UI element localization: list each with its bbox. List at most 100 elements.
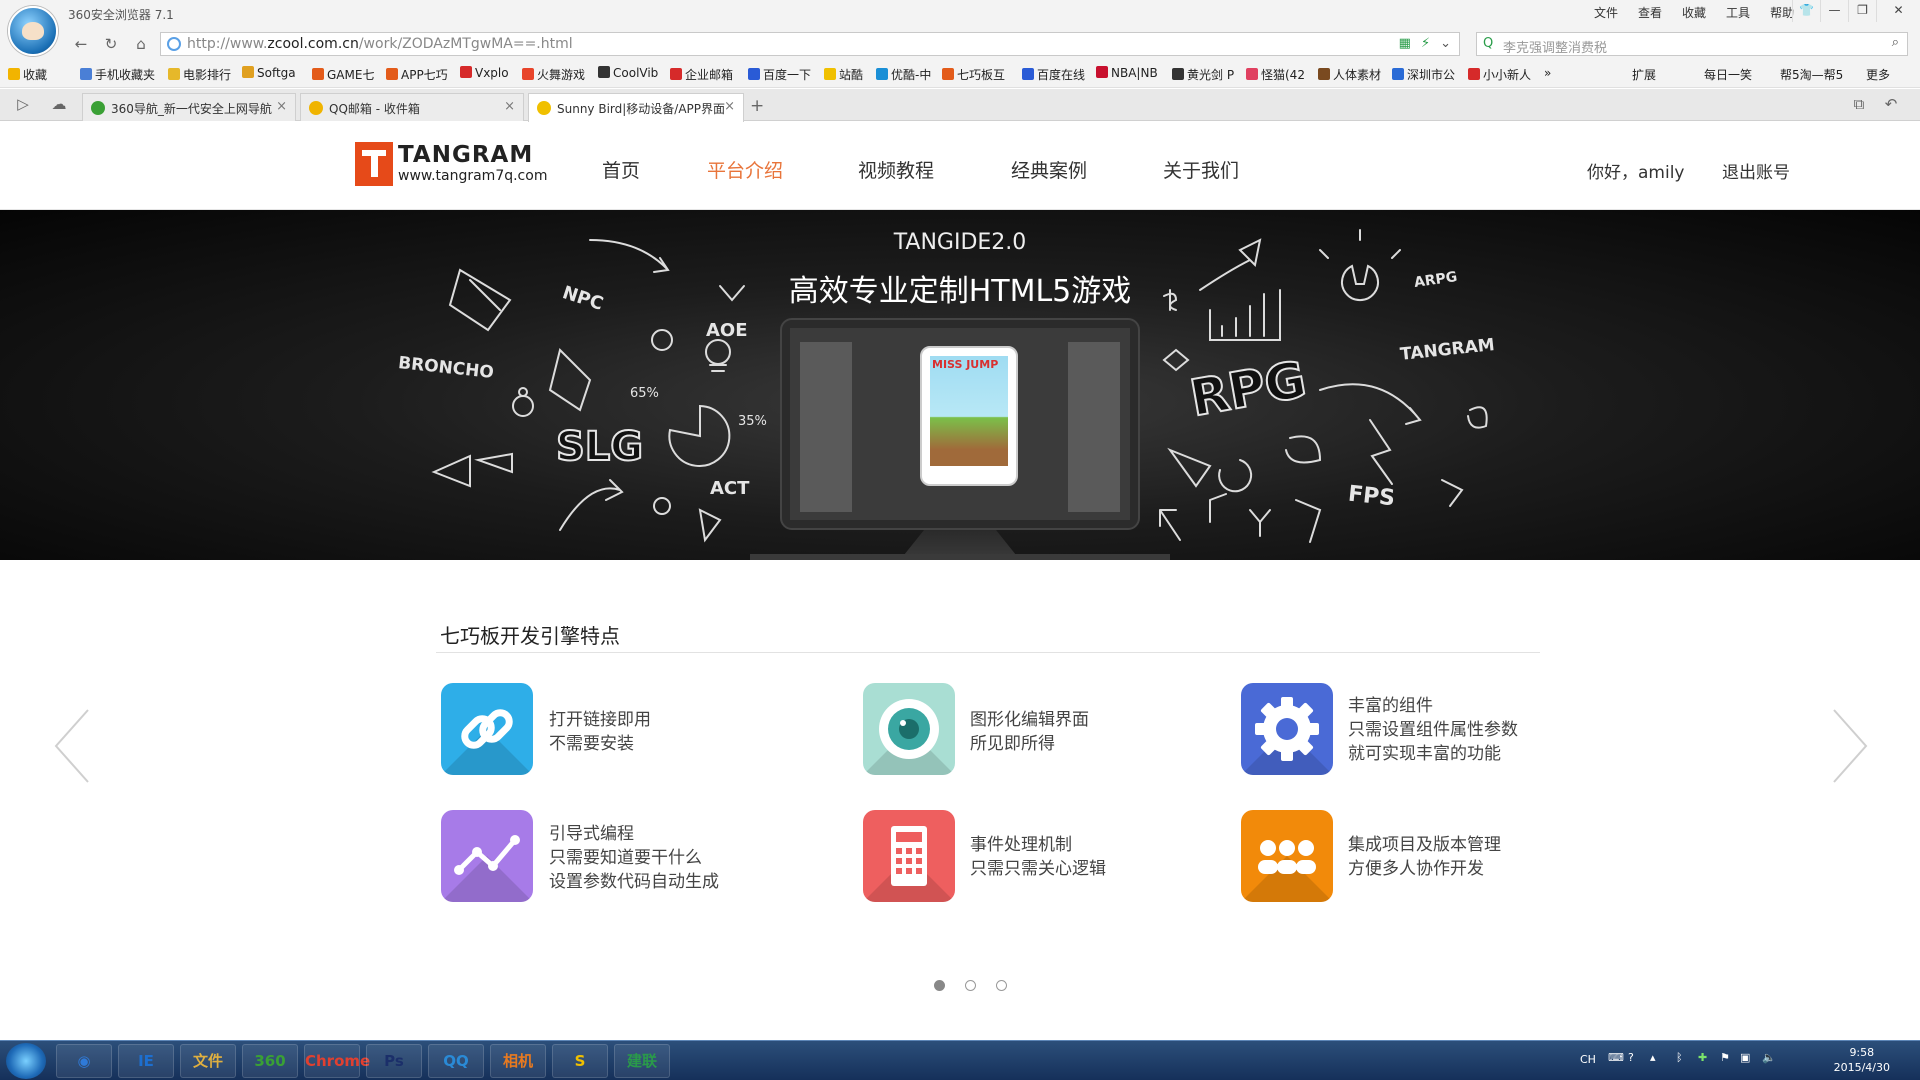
favorite-link[interactable]: 深圳市公 — [1392, 66, 1455, 83]
favorite-link[interactable]: 人体素材 — [1318, 66, 1381, 83]
taskbar-app[interactable]: ◉ — [56, 1044, 112, 1078]
taskbar-app[interactable]: 相机 — [490, 1044, 546, 1078]
favorite-link[interactable]: 火舞游戏 — [522, 66, 585, 83]
link-icon[interactable] — [441, 683, 533, 775]
toolbar-extension-item[interactable]: 每日一笑 — [1704, 66, 1752, 83]
favorite-link[interactable]: Vxplo — [460, 66, 509, 80]
favorite-link[interactable]: 百度一下 — [748, 66, 811, 83]
taskbar-app[interactable]: QQ — [428, 1044, 484, 1078]
taskbar-app[interactable]: 360 — [242, 1044, 298, 1078]
taskbar-app[interactable]: S — [552, 1044, 608, 1078]
favorite-link[interactable]: 手机收藏夹 — [80, 66, 155, 83]
skin-button[interactable]: 👕 — [1792, 0, 1820, 22]
menu-view[interactable]: 查看 — [1638, 4, 1662, 21]
toolbar-extension-item[interactable]: 更多 — [1866, 66, 1890, 83]
favorite-link[interactable]: CoolVib — [598, 66, 658, 80]
favorite-link[interactable]: 企业邮箱 — [670, 66, 733, 83]
calculator-icon[interactable] — [863, 810, 955, 902]
carousel-prev-button[interactable] — [54, 708, 90, 784]
carousel-dot[interactable] — [965, 980, 976, 991]
gear-icon[interactable] — [1241, 683, 1333, 775]
bluetooth-icon[interactable]: ᛒ — [1676, 1051, 1683, 1064]
favorite-link[interactable]: 收藏 — [8, 66, 47, 83]
hero-banner[interactable]: TANGIDE2.0 高效专业定制HTML5游戏 NPC AOE BRONCHO… — [0, 210, 1920, 560]
favorite-link[interactable]: Softga — [242, 66, 296, 80]
toolbar-extension-item[interactable]: 扩展 — [1632, 66, 1656, 83]
carousel-dot[interactable] — [996, 980, 1007, 991]
chart-line-icon[interactable] — [441, 810, 533, 902]
taskbar-app[interactable]: Ps — [366, 1044, 422, 1078]
team-icon[interactable] — [1241, 810, 1333, 902]
tab-sunny-bird[interactable]: Sunny Bird|移动设备/APP界面 × — [528, 93, 744, 122]
new-tab-button[interactable]: + — [750, 96, 764, 116]
carousel-dot[interactable] — [934, 980, 945, 991]
close-tab-icon[interactable]: × — [724, 99, 735, 114]
favorites-overflow-icon[interactable]: » — [1544, 66, 1551, 80]
favorite-link[interactable]: 怪猫(42 — [1246, 66, 1305, 83]
favorite-link[interactable]: 黄光剑 P — [1172, 66, 1234, 83]
logo-url[interactable]: www.tangram7q.com — [398, 168, 547, 184]
favorite-link[interactable]: 百度在线 — [1022, 66, 1085, 83]
home-icon[interactable]: ⌂ — [130, 33, 152, 55]
refresh-icon[interactable]: ↻ — [100, 33, 122, 55]
favorite-link[interactable]: 电影排行 — [168, 66, 231, 83]
volume-icon[interactable]: 🔈 — [1762, 1051, 1776, 1064]
close-tab-icon[interactable]: × — [504, 99, 515, 114]
nav-platform[interactable]: 平台介绍 — [707, 156, 783, 183]
nav-video-tutorials[interactable]: 视频教程 — [858, 156, 934, 183]
maximize-button[interactable]: ❐ — [1848, 0, 1876, 22]
taskbar-app[interactable]: IE — [118, 1044, 174, 1078]
close-button[interactable]: ✕ — [1876, 0, 1920, 22]
tangram-logo-icon[interactable] — [355, 142, 393, 186]
toolbar-extension-item[interactable]: 帮5淘—帮5 — [1780, 66, 1843, 83]
search-icon[interactable]: ⌕ — [1892, 35, 1899, 50]
camera-lens-icon[interactable] — [863, 683, 955, 775]
help-icon[interactable]: ? — [1628, 1051, 1634, 1064]
carousel-next-button[interactable] — [1832, 708, 1868, 784]
start-button[interactable] — [6, 1043, 46, 1079]
user-avatar[interactable] — [8, 6, 58, 56]
close-tab-icon[interactable]: × — [276, 99, 287, 114]
favorite-link[interactable]: 站酷 — [824, 66, 863, 83]
menu-tools[interactable]: 工具 — [1726, 4, 1750, 21]
undo-close-icon[interactable]: ↶ — [1880, 93, 1902, 115]
tab-360-nav[interactable]: 360导航_新一代安全上网导航 × — [82, 93, 296, 121]
tray-arrow-icon[interactable]: ▴ — [1650, 1051, 1656, 1064]
menu-favorites[interactable]: 收藏 — [1682, 4, 1706, 21]
minimize-button[interactable]: — — [1820, 0, 1848, 22]
favorite-link[interactable]: 七巧板互 — [942, 66, 1005, 83]
favorite-link[interactable]: NBA|NB — [1096, 66, 1158, 80]
favorite-link[interactable]: 优酷-中 — [876, 66, 931, 83]
network-icon[interactable]: ▣ — [1740, 1051, 1750, 1064]
nav-home[interactable]: 首页 — [602, 156, 640, 183]
nav-cases[interactable]: 经典案例 — [1011, 156, 1087, 183]
favorite-link[interactable]: 小小新人 — [1468, 66, 1531, 83]
chevron-down-icon[interactable]: ⌄ — [1440, 36, 1451, 51]
flag-icon[interactable]: ⚑ — [1720, 1051, 1730, 1064]
favorite-favicon-icon — [748, 68, 760, 80]
taskbar-app[interactable]: 建联 — [614, 1044, 670, 1078]
menu-file[interactable]: 文件 — [1594, 4, 1618, 21]
search-field[interactable]: Q 李克强调整消费税 ⌕ — [1476, 32, 1908, 56]
language-indicator[interactable]: CH — [1580, 1053, 1596, 1066]
logout-link[interactable]: 退出账号 — [1722, 158, 1790, 183]
favorite-link[interactable]: GAME七 — [312, 66, 374, 83]
keyboard-icon[interactable]: ⌨ — [1608, 1051, 1624, 1064]
restore-tabs-icon[interactable]: ⧉ — [1848, 93, 1870, 115]
favorite-link[interactable]: APP七巧 — [386, 66, 448, 83]
shield-icon[interactable]: ✚ — [1698, 1051, 1707, 1064]
cloud-icon[interactable]: ☁ — [48, 93, 70, 115]
lightning-icon[interactable]: ⚡ — [1421, 36, 1430, 51]
qr-icon[interactable]: ▦ — [1399, 36, 1411, 51]
system-clock[interactable]: 9:58 2015/4/30 — [1834, 1045, 1890, 1075]
nav-about[interactable]: 关于我们 — [1163, 156, 1239, 183]
sidebar-toggle-icon[interactable]: ▷ — [12, 93, 34, 115]
search-engine-icon[interactable]: Q — [1483, 36, 1493, 51]
back-icon[interactable]: ← — [70, 33, 92, 55]
url-field[interactable]: http://www.zcool.com.cn/work/ZODAzMTgwMA… — [160, 32, 1460, 56]
menu-help[interactable]: 帮助 — [1770, 4, 1794, 21]
taskbar-app[interactable]: Chrome — [304, 1044, 370, 1078]
logo-name[interactable]: TANGRAM — [398, 142, 533, 168]
tab-qq-mail[interactable]: QQ邮箱 - 收件箱 × — [300, 93, 524, 121]
taskbar-app[interactable]: 文件 — [180, 1044, 236, 1078]
